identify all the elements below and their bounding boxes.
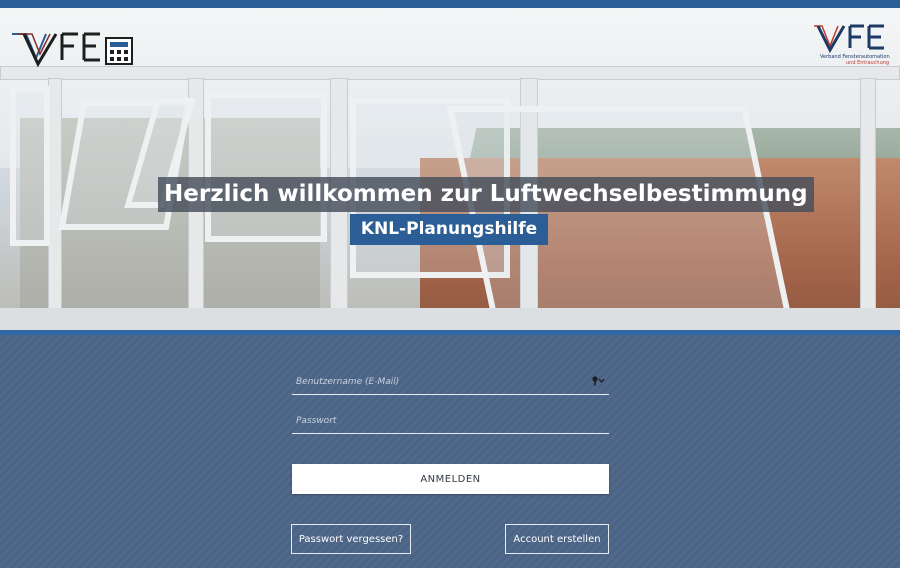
window-pane [10,86,50,246]
create-account-button[interactable]: Account erstellen [505,524,609,554]
app-subtitle: KNL-Planungshilfe [350,214,548,245]
vfe-logo-left[interactable] [12,30,140,68]
hero-floor [0,308,900,332]
top-accent-strip [0,0,900,8]
key-icon[interactable] [591,375,605,387]
forgot-password-button[interactable]: Passwort vergessen? [291,524,411,554]
hero-banner: Verband Fensterautomation und Entrauchun… [0,8,900,332]
window-mullion [48,78,62,332]
login-button[interactable]: ANMELDEN [292,464,609,494]
window-frame-top [0,66,900,80]
vfe-logo-right[interactable]: Verband Fensterautomation und Entrauchun… [812,24,890,72]
logo-tagline-line2: und Entrauchung [846,60,890,66]
window-pane [205,92,327,242]
welcome-title: Herzlich willkommen zur Luftwechselbesti… [158,177,814,212]
username-field[interactable] [292,369,609,395]
password-input[interactable] [292,409,609,433]
calculator-icon [12,32,133,68]
username-input[interactable] [292,370,609,394]
password-field[interactable] [292,408,609,434]
window-mullion [860,78,876,332]
